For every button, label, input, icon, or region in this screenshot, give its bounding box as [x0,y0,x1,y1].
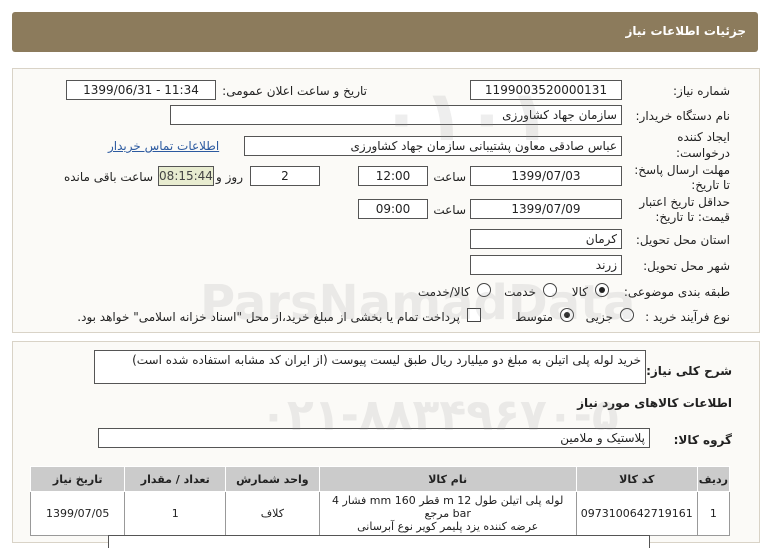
days-label: روز و [216,170,243,184]
process-radio-medium[interactable] [560,308,574,322]
creator-field: عباس صادقی معاون پشتیبانی سازمان جهاد کش… [244,136,622,156]
goods-table-header: ردیف کد کالا نام کالا واحد شمارش تعداد /… [29,466,731,492]
deadline-time-field: 12:00 [358,166,428,186]
page-title: جزئیات اطلاعات نیاز [625,24,746,38]
col-qty: تعداد / مقدار [124,466,227,492]
province-field: کرمان [470,229,622,249]
deadline-date-field: 1399/07/03 [470,166,622,186]
col-row: ردیف [696,466,731,492]
deadline-time-label: ساعت [433,170,466,184]
category-option-service: خدمت [504,285,536,299]
validity-date-field: 1399/07/09 [470,199,622,219]
cell-unit: کلاف [225,491,320,536]
category-radio-goods-service[interactable] [477,283,491,297]
page-header: جزئیات اطلاعات نیاز [12,12,758,52]
bottom-note-box [108,535,650,548]
announce-field: 1399/06/31 - 11:34 [66,80,216,100]
category-radio-goods[interactable] [595,283,609,297]
col-date: تاریخ نیاز [29,466,126,492]
cell-qty: 1 [124,491,227,536]
process-option-minor: جزیی [585,310,613,324]
table-row: 1 0973100642719161 لوله پلی اتیلن طول 12… [29,491,731,536]
cell-name-line2: عرضه کننده یزد پلیمر کویر نوع آبرسانی [357,520,539,533]
category-option-goods-service: کالا/خدمت [417,285,470,299]
process-radio-minor[interactable] [620,308,634,322]
need-number-field: 1199003520000131 [470,80,622,100]
contact-buyer-link[interactable]: اطلاعات تماس خریدار [108,139,219,153]
validity-time-field: 09:00 [358,199,428,219]
col-code: کد کالا [575,466,698,492]
city-field: زرند [470,255,622,275]
category-option-goods: کالا [571,285,588,299]
cell-name-line1: لوله پلی اتیلن طول 12 m قطر 160 mm فشار … [332,494,564,520]
city-label: شهر محل تحویل: [643,259,730,273]
treasury-payment-note: پرداخت تمام یا بخشی از مبلغ خرید،از محل … [77,310,460,324]
remaining-time-field: 08:15:44 [158,166,214,186]
description-label: شرح کلی نیاز: [646,364,732,378]
creator-label-2: درخواست: [676,146,730,160]
creator-label-1: ایجاد کننده [677,130,730,144]
cell-date: 1399/07/05 [29,491,126,536]
treasury-payment-checkbox[interactable] [467,308,481,322]
col-name: نام کالا [318,466,577,492]
validity-label-1: حداقل تاریخ اعتبار [639,195,730,209]
description-field: خرید لوله پلی اتیلن به مبلغ دو میلیارد ر… [94,350,646,384]
col-unit: واحد شمارش [225,466,320,492]
cell-code: 0973100642719161 [575,491,698,536]
cell-row: 1 [696,491,731,536]
category-radio-service[interactable] [543,283,557,297]
need-number-label: شماره نیاز: [673,84,730,98]
validity-time-label: ساعت [433,203,466,217]
validity-label-2: قیمت: تا تاریخ: [655,210,730,224]
province-label: استان محل تحویل: [635,233,730,247]
days-field: 2 [250,166,320,186]
deadline-label-2: تا تاریخ: [691,178,730,192]
announce-label: تاریخ و ساعت اعلان عمومی: [222,84,367,98]
cell-name: لوله پلی اتیلن طول 12 m قطر 160 mm فشار … [318,491,577,536]
goods-section-title: اطلاعات کالاهای مورد نیاز [577,396,732,410]
goods-group-field: پلاستیک و ملامین [98,428,650,448]
category-label: طبقه بندی موضوعی: [623,285,730,299]
process-label: نوع فرآیند خرید : [645,310,730,324]
goods-table: ردیف کد کالا نام کالا واحد شمارش تعداد /… [29,466,731,536]
remaining-label: ساعت باقی مانده [63,170,153,184]
deadline-label-1: مهلت ارسال پاسخ: [634,163,730,177]
buyer-field: سازمان جهاد کشاورزی [170,105,622,125]
buyer-label: نام دستگاه خریدار: [635,109,731,123]
process-option-medium: متوسط [515,310,553,324]
goods-group-label: گروه کالا: [673,433,732,447]
